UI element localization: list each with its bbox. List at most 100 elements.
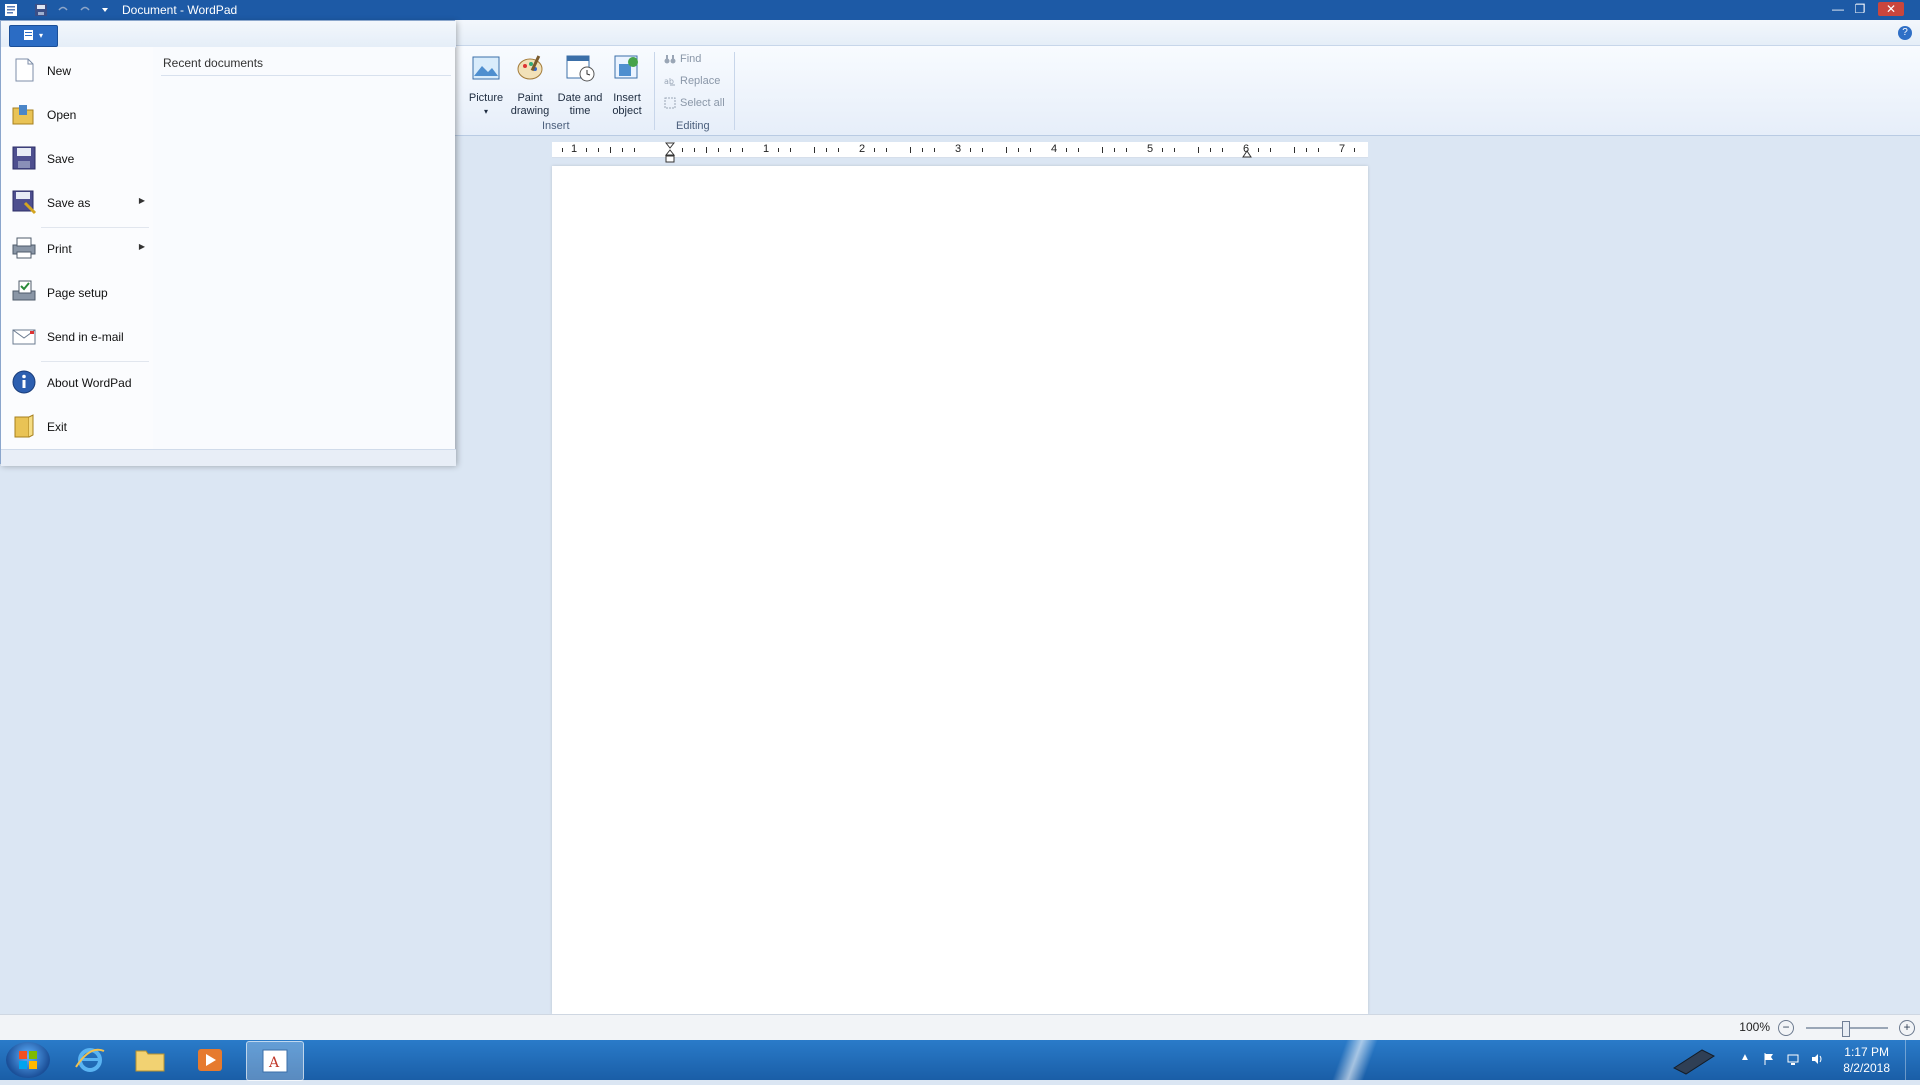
- date-time-button[interactable]: Date and time: [554, 52, 606, 118]
- file-menu-about[interactable]: About WordPad: [7, 365, 147, 401]
- internet-explorer-icon: [75, 1048, 105, 1072]
- file-menu-header: ▾: [1, 21, 456, 48]
- file-menu-exit[interactable]: Exit: [7, 409, 147, 445]
- calendar-clock-icon: [566, 55, 595, 82]
- submenu-arrow-icon: ▶: [138, 196, 145, 205]
- windows-logo-icon: [19, 1051, 37, 1069]
- file-menu-save-as[interactable]: Save as ▶: [7, 185, 147, 221]
- save-icon[interactable]: [34, 3, 48, 17]
- ruler[interactable]: 1 1 2 3 4 5 6 7: [552, 142, 1368, 163]
- restore-button[interactable]: ❐: [1850, 2, 1870, 16]
- find-label: Find: [680, 53, 702, 65]
- folder-icon: [135, 1050, 165, 1072]
- paint-drawing-label: Paint drawing: [510, 92, 550, 117]
- file-menu-new[interactable]: New: [7, 53, 147, 89]
- customize-quick-access-icon[interactable]: [98, 3, 112, 17]
- recent-documents-title: Recent documents: [163, 56, 264, 70]
- file-menu-save[interactable]: Save: [7, 141, 147, 177]
- replace-button[interactable]: ab Replace: [664, 75, 720, 87]
- file-menu-icon: [23, 30, 33, 41]
- file-menu-commands: New Open Save Save as ▶ Print ▶ Page set…: [1, 47, 154, 449]
- picture-label: Picture: [468, 92, 504, 104]
- ribbon-separator: [734, 52, 735, 130]
- ruler-label: 5: [1146, 143, 1154, 155]
- email-icon: [12, 329, 36, 345]
- ruler-label: 1: [762, 143, 770, 155]
- taskbar-file-explorer[interactable]: [122, 1041, 178, 1079]
- select-all-label: Select all: [680, 97, 725, 109]
- taskbar-internet-explorer[interactable]: [62, 1041, 118, 1079]
- ruler-label: 7: [1338, 143, 1346, 155]
- right-indent-marker-icon[interactable]: [1242, 148, 1252, 158]
- zoom-in-button[interactable]: +: [1899, 1020, 1915, 1036]
- save-as-label: Save as: [47, 196, 91, 210]
- wordpad-icon: A: [262, 1049, 288, 1073]
- insert-object-button[interactable]: Insert object: [606, 52, 648, 118]
- ruler-label: 4: [1050, 143, 1058, 155]
- ribbon-separator: [654, 52, 655, 130]
- new-document-icon: [15, 58, 34, 82]
- recent-divider: [161, 75, 451, 76]
- show-hidden-icons-icon[interactable]: ▲: [1740, 1052, 1754, 1066]
- title-bar: Document - WordPad — ❐ ✕: [0, 0, 1920, 20]
- open-folder-icon: [12, 105, 34, 125]
- help-icon[interactable]: ?: [1898, 26, 1912, 40]
- binoculars-icon: [664, 55, 676, 64]
- paint-drawing-icon: [517, 55, 543, 80]
- file-menu-footer: [1, 449, 456, 466]
- file-menu-send-email[interactable]: Send in e-mail: [7, 319, 147, 355]
- volume-icon[interactable]: [1810, 1052, 1824, 1066]
- submenu-arrow-icon: ▶: [138, 242, 145, 251]
- file-menu-print[interactable]: Print ▶: [7, 231, 147, 267]
- clock-date: 8/2/2018: [1843, 1061, 1890, 1075]
- picture-icon: [472, 56, 500, 80]
- file-menu-open[interactable]: Open: [7, 97, 147, 133]
- insert-object-icon: [614, 55, 638, 79]
- window-title: Document - WordPad: [122, 3, 238, 17]
- svg-text:A: A: [268, 1055, 280, 1071]
- action-center-flag-icon[interactable]: [1762, 1052, 1776, 1066]
- zoom-slider-thumb[interactable]: [1842, 1021, 1850, 1037]
- tray-clock[interactable]: 1:17 PM 8/2/2018: [1843, 1044, 1890, 1076]
- status-bar: 100% − +: [0, 1014, 1920, 1040]
- page-setup-icon: [12, 280, 36, 301]
- open-label: Open: [47, 108, 77, 122]
- printer-icon: [12, 237, 36, 259]
- save-label: Save: [47, 152, 75, 166]
- document-page[interactable]: [552, 166, 1368, 1014]
- show-desktop-button[interactable]: [1905, 1040, 1920, 1080]
- start-button[interactable]: [6, 1042, 50, 1078]
- close-button[interactable]: ✕: [1878, 2, 1904, 16]
- print-label: Print: [47, 242, 72, 256]
- media-player-icon: [198, 1049, 222, 1071]
- insert-object-label: Insert object: [612, 92, 642, 117]
- indent-marker-icon[interactable]: [665, 142, 675, 164]
- undo-icon[interactable]: [56, 3, 70, 17]
- taskbar: A ▲ 1:17 PM 8/2/2018: [0, 1040, 1920, 1081]
- minimize-button[interactable]: —: [1828, 2, 1848, 16]
- about-label: About WordPad: [47, 376, 132, 390]
- file-menu-button[interactable]: ▾: [9, 25, 58, 47]
- ruler-label: 2: [858, 143, 866, 155]
- redo-icon[interactable]: [78, 3, 92, 17]
- file-menu-page-setup[interactable]: Page setup: [7, 275, 147, 311]
- exit-icon: [14, 414, 34, 438]
- taskbar-media-player[interactable]: [182, 1041, 238, 1079]
- language-bar-icon[interactable]: [1668, 1044, 1720, 1078]
- select-all-button[interactable]: Select all: [664, 97, 725, 109]
- recent-documents-panel: Recent documents: [153, 47, 455, 449]
- paint-drawing-button[interactable]: Paint drawing: [508, 52, 552, 118]
- menu-divider: [41, 227, 149, 228]
- zoom-level: 100%: [1739, 1020, 1770, 1034]
- find-button[interactable]: Find: [664, 53, 701, 65]
- save-disk-icon: [12, 146, 36, 170]
- info-icon: [12, 370, 36, 394]
- date-time-label: Date and time: [557, 92, 603, 117]
- editing-group-label: Editing: [676, 120, 710, 132]
- taskbar-wordpad[interactable]: A: [246, 1041, 304, 1081]
- network-icon[interactable]: [1786, 1052, 1800, 1066]
- zoom-out-button[interactable]: −: [1778, 1020, 1794, 1036]
- new-label: New: [47, 64, 72, 78]
- ruler-label: 3: [954, 143, 962, 155]
- picture-button[interactable]: Picture ▾: [464, 52, 508, 118]
